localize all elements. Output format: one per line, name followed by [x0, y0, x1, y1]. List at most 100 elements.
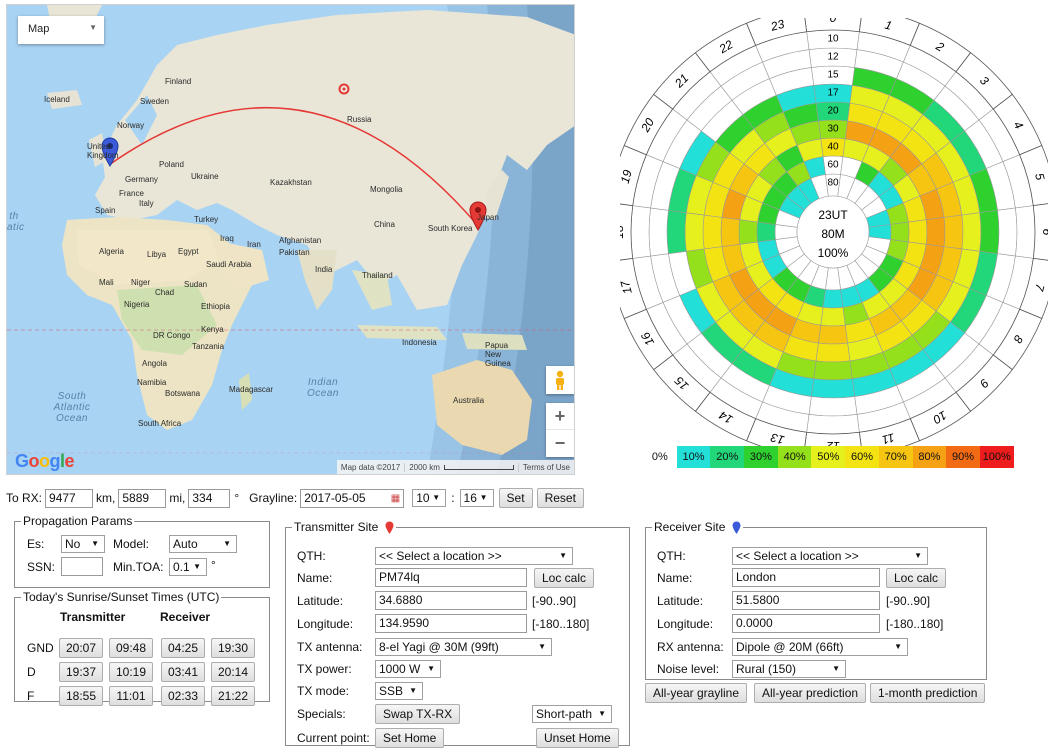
toa-degree-unit: ° [211, 558, 216, 572]
map-label: Nigeria [124, 300, 150, 309]
propagation-params-panel: Propagation Params Es: No ▼ Model: Auto ▼ … [14, 514, 270, 588]
calendar-icon[interactable]: ▦ [391, 492, 400, 505]
map-label: Mali [99, 278, 114, 287]
legend-swatch: 60% [845, 446, 879, 468]
rx-latitude-label: Latitude: [657, 593, 704, 608]
rx-longitude-range: [-180..180] [886, 616, 944, 631]
noise-level-label: Noise level: [657, 661, 720, 676]
map-attribution: Map data ©2017 2000 km Terms of Use [336, 460, 574, 474]
distance-mi-field[interactable]: 5889 [118, 488, 167, 508]
legend-swatch: 30% [744, 446, 778, 468]
rx-longitude-field[interactable]: 0.0000 [732, 613, 880, 633]
tx-power-select[interactable]: 1000 W ▼ [375, 659, 441, 678]
hour-tick-label: 18 [620, 225, 626, 239]
min-toa-select[interactable]: 0.1 ▼ [169, 558, 207, 576]
map-label: Libya [147, 250, 167, 259]
polar-cell [813, 360, 853, 381]
bearing-field[interactable]: 334 [188, 488, 231, 508]
tx-name-field[interactable]: PM74lq [375, 567, 527, 587]
map-label: Madagascar [229, 385, 274, 394]
rx-name-field[interactable]: London [732, 567, 880, 587]
polar-cell [756, 221, 776, 243]
map-view[interactable]: Map ▼ Iceland Finland Sweden Norway Unit… [6, 4, 575, 475]
legend-swatch: 100% [979, 446, 1014, 468]
sun-time-cell[interactable]: 04:25 [161, 638, 205, 658]
zoom-in-button[interactable]: + [546, 403, 574, 430]
map-label: Egypt [178, 247, 199, 256]
sun-row-label: F [27, 689, 35, 703]
all-year-grayline-button[interactable]: All-year grayline [645, 683, 748, 703]
map-label: Iran [247, 240, 261, 249]
map-label: Indian Ocean [307, 377, 339, 399]
tx-qth-label: QTH: [297, 548, 326, 563]
model-select[interactable]: Auto ▼ [169, 535, 237, 553]
map-label: Norway [117, 121, 145, 130]
rx-antenna-select[interactable]: Dipole @ 20M (66ft) ▼ [732, 637, 908, 656]
rx-latitude-range: [-90..90] [886, 593, 931, 608]
rx-latitude-field[interactable]: 51.5800 [732, 590, 880, 610]
sun-time-cell[interactable]: 19:30 [211, 638, 255, 658]
reset-button[interactable]: Reset [536, 488, 584, 508]
unset-home-button[interactable]: Unset Home [536, 727, 619, 748]
polar-cell [818, 324, 848, 345]
polar-cell [738, 219, 758, 245]
set-button[interactable]: Set [498, 488, 533, 508]
zoom-control: + − [546, 403, 574, 457]
es-select[interactable]: No ▼ [61, 535, 105, 553]
map-label: Niger [131, 278, 151, 287]
tx-latitude-range: [-90..90] [532, 593, 577, 608]
path-select[interactable]: Short-path ▼ [532, 704, 612, 723]
receiver-site-title: Receiver Site [652, 520, 743, 535]
polar-cell [684, 212, 705, 252]
blue-pin-icon [732, 521, 741, 534]
swap-tx-rx-button[interactable]: Swap TX-RX [375, 703, 461, 724]
tx-loc-calc-button[interactable]: Loc calc [534, 567, 595, 588]
map-label: Papua New Guinea [485, 341, 511, 368]
sun-time-cell[interactable]: 19:37 [59, 662, 103, 682]
set-home-button[interactable]: Set Home [375, 727, 445, 748]
noise-level-select[interactable]: Rural (150) ▼ [732, 659, 846, 678]
sun-time-cell[interactable]: 09:48 [109, 638, 153, 658]
tx-latitude-field[interactable]: 34.6880 [375, 590, 527, 610]
map-type-label: Map [28, 23, 50, 35]
polar-cell [925, 217, 946, 247]
distance-km-field[interactable]: 9477 [45, 488, 94, 508]
rx-qth-select[interactable]: << Select a location >> ▼ [732, 546, 928, 565]
tx-antenna-label: TX antenna: [297, 639, 363, 654]
tx-qth-select[interactable]: << Select a location >> ▼ [375, 546, 573, 565]
all-year-prediction-button[interactable]: All-year prediction [754, 683, 867, 703]
hour-select[interactable]: 10 ▼ [412, 489, 447, 507]
sun-time-cell[interactable]: 18:55 [59, 686, 103, 706]
sun-times-title: Today's Sunrise/Sunset Times (UTC) [23, 590, 220, 604]
rx-loc-calc-button[interactable]: Loc calc [886, 567, 947, 588]
one-month-prediction-button[interactable]: 1-month prediction [870, 683, 986, 703]
sun-time-cell[interactable]: 20:14 [211, 662, 255, 682]
degree-unit: ° [234, 491, 240, 505]
sun-time-cell[interactable]: 10:19 [109, 662, 153, 682]
map-type-selector[interactable]: Map ▼ [18, 16, 104, 44]
map-label: United Kingdom [87, 142, 119, 160]
tx-longitude-label: Longitude: [297, 616, 354, 631]
terms-of-use-link[interactable]: Terms of Use [519, 463, 574, 472]
sun-time-cell[interactable]: 11:01 [109, 686, 153, 706]
zoom-out-button[interactable]: − [546, 430, 574, 457]
sun-time-cell[interactable]: 02:33 [161, 686, 205, 706]
tx-longitude-field[interactable]: 134.9590 [375, 613, 527, 633]
tx-mode-select[interactable]: SSB ▼ [375, 681, 423, 700]
map-label: South Korea [428, 224, 473, 233]
map-label: DR Congo [153, 331, 191, 340]
sun-time-cell[interactable]: 03:41 [161, 662, 205, 682]
grayline-date-field[interactable]: 2017-05-05 ▦ [300, 488, 405, 508]
map-label: Chad [155, 288, 175, 297]
minute-select[interactable]: 16 ▼ [459, 489, 494, 507]
ssn-field[interactable] [61, 557, 103, 576]
map-label: Kenya [201, 325, 224, 334]
map-label: Australia [453, 396, 485, 405]
map-label: Pakistan [279, 248, 310, 257]
tx-antenna-select[interactable]: 8-el Yagi @ 30M (99ft) ▼ [375, 637, 552, 656]
sun-time-cell[interactable]: 21:22 [211, 686, 255, 706]
sun-time-cell[interactable]: 20:07 [59, 638, 103, 658]
rx-qth-label: QTH: [657, 548, 686, 563]
map-data-credit: Map data ©2017 [337, 462, 406, 472]
street-view-pegman-button[interactable] [546, 366, 574, 394]
